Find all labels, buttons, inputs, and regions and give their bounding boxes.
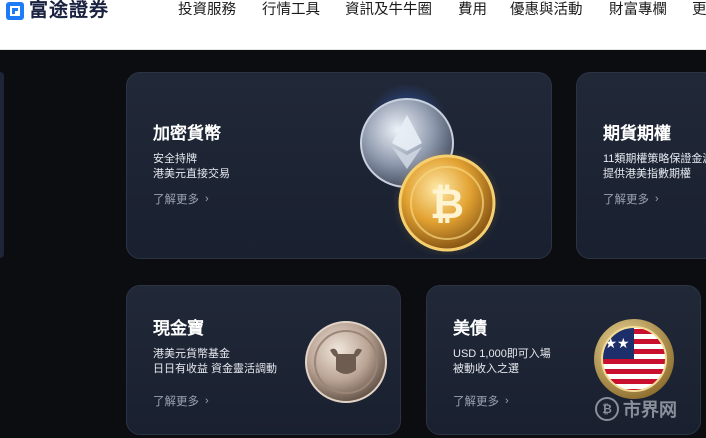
brand-name: 富途證券 [29,0,110,21]
chevron-right-icon: › [655,193,659,205]
nav-item-fees[interactable]: 費用 [458,0,487,20]
logo-mark-icon [6,2,24,20]
card-title: 現金寶 [153,319,204,338]
nav-item-more[interactable]: 更 [692,0,706,20]
card-desc-line: 安全持牌 [153,153,197,165]
watermark-text: 市界网 [623,400,677,420]
us-flag-coin-icon: ★★ [592,316,676,407]
learn-more-label: 了解更多 [153,194,199,206]
watermark-logo-icon: ₿ [595,397,619,421]
card-desc-line: 日日有收益 資金靈活調動 [153,363,278,375]
chevron-right-icon: › [205,395,209,407]
nav-item-promotions[interactable]: 優惠與活動 [510,0,583,20]
crypto-coins-icon: ₿ [352,83,502,258]
nav-item-investment-services[interactable]: 投資服務 [178,0,236,20]
nav-item-news-community[interactable]: 資訊及牛牛圈 [345,0,432,20]
learn-more-link[interactable]: 了解更多 › [153,393,209,409]
watermark: ₿ 市界网 [595,396,677,422]
card-desc-line: 港美元直接交易 [153,168,230,180]
nav-item-wealth-column[interactable]: 財富專欄 [609,0,667,20]
top-navbar: 富途證券 投資服務 行情工具 資訊及牛牛圈 費用 優惠與活動 財富專欄 更 [0,0,706,50]
left-partial-card[interactable] [0,72,4,258]
learn-more-link[interactable]: 了解更多 › [603,191,659,207]
card-futures-options[interactable]: 期貨期權 11類期權策略保證金減 提供港美指數期權 了解更多 › [576,72,706,259]
card-desc-line: 11類期權策略保證金減 [603,153,706,165]
learn-more-label: 了解更多 [603,194,649,206]
learn-more-link[interactable]: 了解更多 › [453,393,509,409]
brand-logo[interactable]: 富途證券 [6,0,109,22]
card-crypto[interactable]: 加密貨幣 安全持牌 港美元直接交易 了解更多 › ₿ [126,72,552,259]
nav-item-market-tools[interactable]: 行情工具 [262,0,320,20]
card-desc-line: 港美元貨幣基金 [153,348,230,360]
card-title: 期貨期權 [603,124,671,143]
svg-text:₿: ₿ [430,179,464,228]
chevron-right-icon: › [505,395,509,407]
chevron-right-icon: › [205,193,209,205]
card-desc-line: 提供港美指數期權 [603,168,691,180]
card-title: 美債 [453,319,487,338]
learn-more-link[interactable]: 了解更多 › [153,191,209,207]
bull-coin-icon [303,318,389,413]
card-desc-line: USD 1,000即可入場 [453,348,551,360]
learn-more-label: 了解更多 [453,396,499,408]
card-title: 加密貨幣 [153,124,221,143]
learn-more-label: 了解更多 [153,396,199,408]
card-cash-treasure[interactable]: 現金寶 港美元貨幣基金 日日有收益 資金靈活調動 了解更多 › [126,285,401,435]
card-desc-line: 被動收入之選 [453,363,519,375]
